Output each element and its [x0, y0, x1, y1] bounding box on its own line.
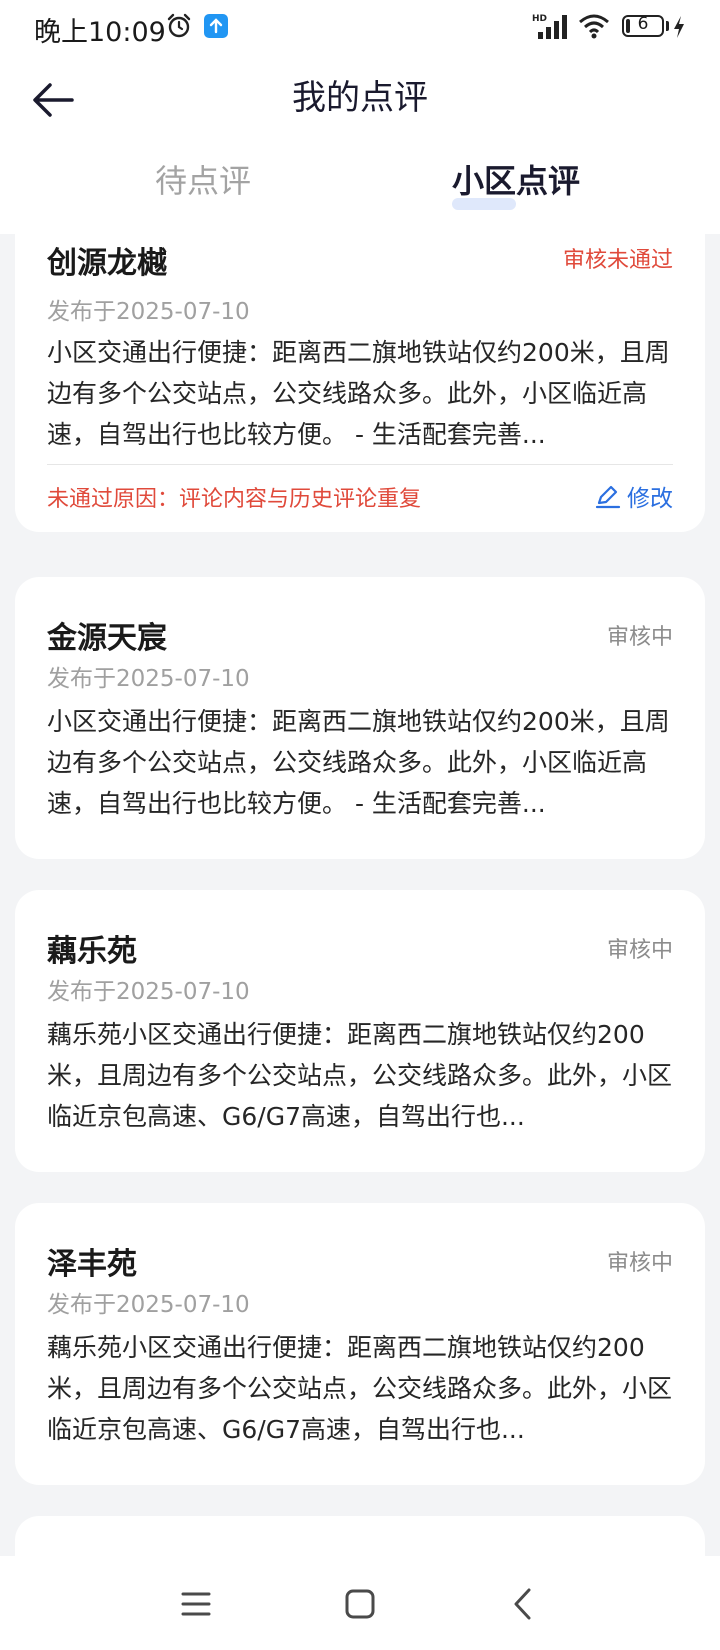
hd-signal-icon: HD [532, 14, 567, 39]
system-nav-bar [0, 1556, 720, 1650]
review-list[interactable]: 创源龙樾 审核未通过 发布于2025-07-10 小区交通出行便捷：距离西二旗地… [0, 234, 720, 1556]
review-content: 藕乐苑小区交通出行便捷：距离西二旗地铁站仅约200米，且周边有多个公交站点，公交… [47, 1020, 673, 1131]
review-card[interactable]: 藕乐苑 审核中 发布于2025-07-10 藕乐苑小区交通出行便捷：距离西二旗地… [15, 890, 705, 1172]
review-status: 审核中 [606, 938, 673, 963]
edit-label: 修改 [627, 486, 673, 512]
wifi-icon [579, 14, 609, 39]
review-status: 审核中 [606, 1251, 673, 1276]
header: 我的点评 待点评 小区点评 [0, 54, 720, 234]
status-time: 晚上10:09 [34, 17, 166, 48]
review-card[interactable]: 创源龙樾 审核未通过 发布于2025-07-10 小区交通出行便捷：距离西二旗地… [15, 234, 705, 532]
edit-icon [595, 485, 621, 509]
review-card[interactable] [15, 1516, 705, 1556]
battery-icon: 6 [622, 14, 664, 37]
review-card[interactable]: 泽丰苑 审核中 发布于2025-07-10 藕乐苑小区交通出行便捷：距离西二旗地… [15, 1203, 705, 1485]
publish-date: 发布于2025-07-10 [47, 1292, 250, 1318]
reject-reason: 未通过原因：评论内容与历史评论重复 [47, 487, 422, 512]
menu-icon[interactable] [174, 1582, 218, 1626]
svg-text:HD: HD [532, 14, 547, 24]
publish-date: 发布于2025-07-10 [47, 666, 250, 692]
community-name: 藕乐苑 [47, 934, 137, 969]
tab-pending-review[interactable]: 待点评 [155, 156, 251, 202]
notification-icon [204, 14, 228, 38]
status-bar: 晚上10:09 HD 6 [0, 0, 720, 54]
community-name: 金源天宸 [47, 621, 167, 656]
battery-text: 6 [637, 14, 649, 34]
review-content: 小区交通出行便捷：距离西二旗地铁站仅约200米，且周边有多个公交站点，公交线路众… [47, 338, 670, 449]
review-content: 小区交通出行便捷：距离西二旗地铁站仅约200米，且周边有多个公交站点，公交线路众… [47, 707, 670, 818]
edit-button[interactable]: 修改 [595, 479, 673, 513]
review-status: 审核未通过 [562, 248, 673, 273]
battery-tip [666, 21, 669, 31]
review-status: 审核中 [606, 625, 673, 650]
page-title: 我的点评 [292, 78, 428, 118]
charging-icon [674, 16, 684, 38]
divider [47, 464, 673, 465]
tab-community-review[interactable]: 小区点评 [452, 156, 580, 202]
alarm-icon [167, 13, 191, 38]
review-card[interactable]: 金源天宸 审核中 发布于2025-07-10 小区交通出行便捷：距离西二旗地铁站… [15, 577, 705, 859]
review-content: 藕乐苑小区交通出行便捷：距离西二旗地铁站仅约200米，且周边有多个公交站点，公交… [47, 1333, 673, 1444]
home-icon[interactable] [338, 1582, 382, 1626]
back-icon[interactable] [502, 1582, 546, 1626]
publish-date: 发布于2025-07-10 [47, 299, 250, 325]
community-name: 创源龙樾 [47, 246, 167, 281]
community-name: 泽丰苑 [47, 1247, 137, 1282]
publish-date: 发布于2025-07-10 [47, 979, 250, 1005]
